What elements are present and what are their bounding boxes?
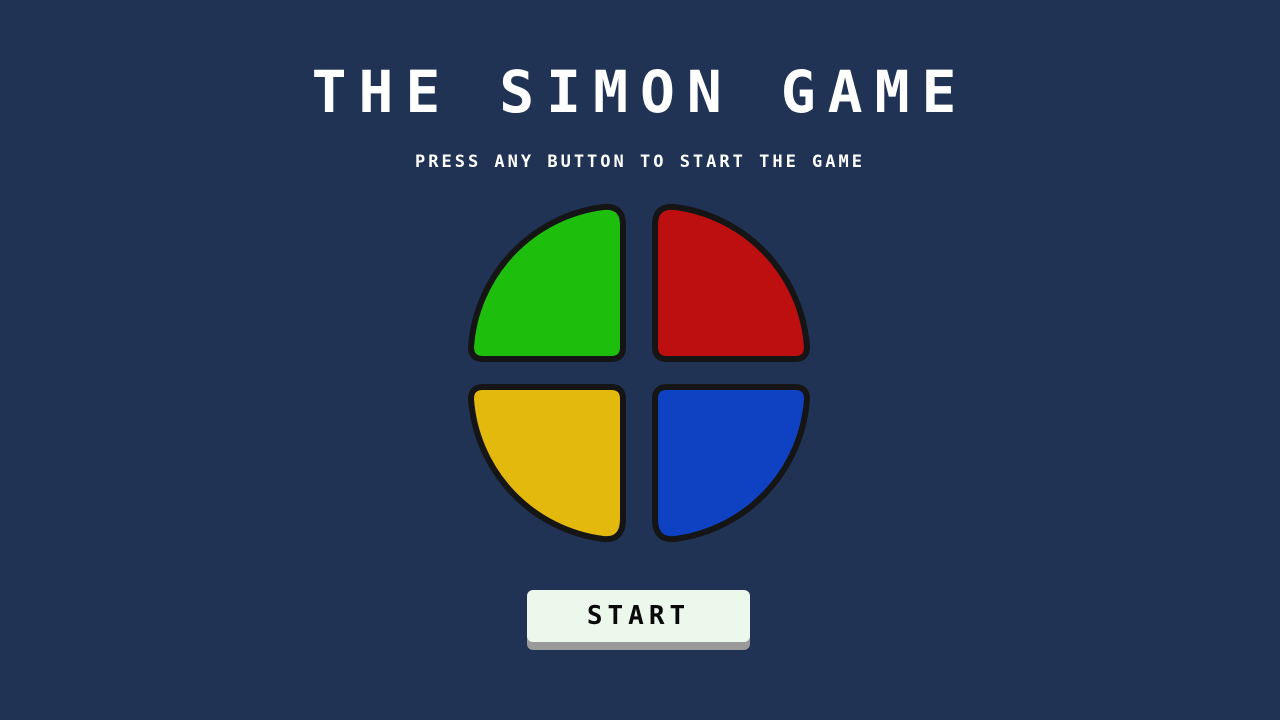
game-screen: THE SIMON GAME PRESS ANY BUTTON TO START… — [0, 0, 1280, 720]
yellow-pad[interactable] — [468, 384, 626, 543]
green-pad[interactable] — [468, 203, 626, 362]
start-button[interactable]: START — [527, 590, 750, 642]
red-pad[interactable] — [652, 203, 810, 362]
blue-pad[interactable] — [652, 384, 810, 543]
